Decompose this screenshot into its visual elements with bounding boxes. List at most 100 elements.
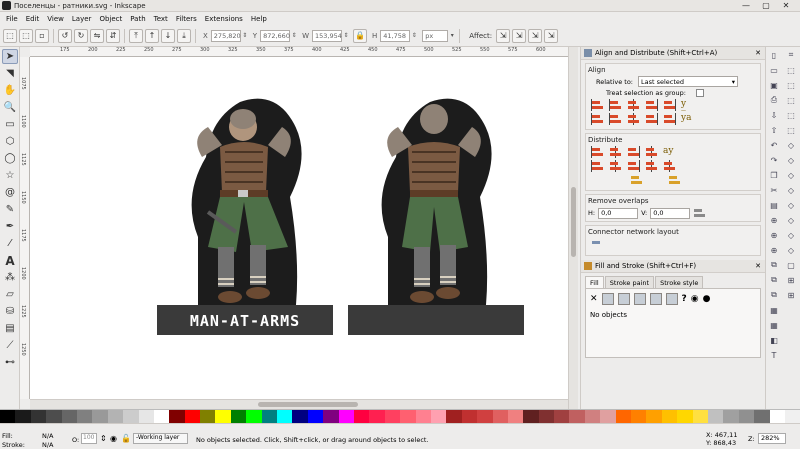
color-swatch[interactable]	[600, 410, 616, 423]
connector-tool-icon[interactable]: ⊷	[2, 355, 18, 370]
color-swatch[interactable]	[661, 410, 678, 423]
menu-object[interactable]: Object	[95, 15, 126, 23]
no-paint-icon[interactable]: ✕	[590, 294, 598, 304]
align-bottom-edges-icon[interactable]	[645, 113, 659, 125]
color-swatch[interactable]	[76, 410, 93, 423]
deselect-icon[interactable]: ▫	[35, 28, 49, 43]
distribute-baseline-icon[interactable]: ay	[663, 146, 673, 158]
distribute-right-icon[interactable]	[627, 146, 641, 158]
new-document-icon[interactable]: ▯	[768, 49, 780, 61]
color-swatch[interactable]	[415, 410, 431, 423]
vertical-scrollbar[interactable]	[568, 47, 578, 409]
color-swatch[interactable]	[123, 410, 139, 423]
text-font-dialog-icon[interactable]: T	[768, 349, 780, 361]
flip-vertical-icon[interactable]: ⇵	[106, 28, 120, 43]
zoom-page-icon[interactable]: ⊕	[768, 244, 780, 256]
rotate-cw-icon[interactable]: ↻	[74, 28, 88, 43]
group-icon[interactable]: ▦	[768, 304, 780, 316]
text-tool-icon[interactable]: A	[2, 253, 18, 268]
dropper-tool-icon[interactable]: ⟋	[2, 338, 18, 353]
distribute-gaps-h-icon[interactable]	[645, 146, 659, 158]
color-swatch[interactable]	[230, 410, 247, 423]
zoom-input[interactable]: 282%	[758, 433, 786, 444]
paste-icon[interactable]: ▤	[768, 199, 780, 211]
flip-horizontal-icon[interactable]: ⇋	[90, 28, 104, 43]
distribute-top-icon[interactable]	[591, 160, 605, 172]
color-swatch[interactable]	[30, 410, 47, 423]
color-swatch[interactable]	[784, 410, 800, 423]
center-vertical-axis-icon[interactable]	[627, 99, 641, 111]
color-swatch[interactable]	[738, 410, 755, 423]
color-swatch[interactable]	[338, 410, 354, 423]
opacity-input[interactable]: 100	[81, 433, 97, 444]
snap-guide-icon[interactable]: ⊞	[785, 289, 797, 301]
unit-value[interactable]: px	[422, 29, 449, 42]
w-spinner[interactable]: ⇕	[342, 30, 350, 42]
flat-color-icon[interactable]	[601, 293, 614, 305]
color-swatch[interactable]	[61, 410, 77, 423]
current-layer-select[interactable]: -Working layer	[133, 433, 188, 444]
rectangle-tool-icon[interactable]: ▭	[2, 117, 18, 132]
color-swatch[interactable]	[400, 410, 416, 423]
export-icon[interactable]: ⇧	[768, 124, 780, 136]
snap-midpoint-icon[interactable]: ◇	[785, 214, 797, 226]
snap-bbox-center-icon[interactable]: ⬚	[785, 124, 797, 136]
scale-corners-icon[interactable]: ⇲	[512, 28, 527, 43]
redo-icon[interactable]: ↷	[768, 154, 780, 166]
eraser-tool-icon[interactable]: ▱	[2, 287, 18, 302]
color-swatch[interactable]	[169, 410, 185, 423]
horizontal-scrollbar[interactable]	[30, 399, 568, 409]
node-tool-icon[interactable]: ◥	[2, 66, 18, 81]
menu-text[interactable]: Text	[150, 15, 172, 23]
radial-gradient-icon[interactable]	[633, 293, 646, 305]
distribute-bottom-icon[interactable]	[627, 160, 641, 172]
zoom-drawing-icon[interactable]: ⊕	[768, 229, 780, 241]
bucket-tool-icon[interactable]: ⛁	[2, 304, 18, 319]
unit-select[interactable]: px ▾	[422, 29, 456, 42]
snap-rotation-center-icon[interactable]: ◇	[785, 244, 797, 256]
color-swatch[interactable]	[430, 410, 447, 423]
lock-icon[interactable]: 🔒	[353, 28, 367, 43]
import-icon[interactable]: ⇩	[768, 109, 780, 121]
ungroup-icon[interactable]: ▦	[768, 319, 780, 331]
snap-bbox-edge-icon[interactable]: ⬚	[785, 79, 797, 91]
color-swatch[interactable]	[523, 410, 539, 423]
color-swatch[interactable]	[215, 410, 231, 423]
align-top-to-bottom-icon[interactable]	[663, 113, 677, 125]
linear-gradient-icon[interactable]	[617, 293, 630, 305]
align-left-to-right-icon[interactable]	[663, 99, 677, 111]
zoom-selection-icon[interactable]: ⊕	[768, 214, 780, 226]
tab-stroke-paint[interactable]: Stroke paint	[604, 276, 655, 288]
distribute-randomize-icon[interactable]	[663, 160, 677, 172]
spiral-tool-icon[interactable]: @	[2, 185, 18, 200]
menu-edit[interactable]: Edit	[22, 15, 44, 23]
snap-nodes-icon[interactable]: ◇	[785, 139, 797, 151]
maximize-icon[interactable]: ▢	[756, 1, 776, 11]
tab-fill[interactable]: Fill	[585, 276, 604, 288]
scroll-thumb[interactable]	[571, 187, 576, 257]
color-swatch[interactable]	[200, 410, 216, 423]
align-top-edges-icon[interactable]	[609, 113, 623, 125]
snap-center-icon[interactable]: ◇	[785, 229, 797, 241]
menu-help[interactable]: Help	[247, 15, 271, 23]
tab-stroke-style[interactable]: Stroke style	[655, 276, 704, 288]
color-swatch[interactable]	[584, 410, 601, 423]
distribute-center-icon[interactable]	[609, 146, 623, 158]
h-gap-input[interactable]: 0,0	[598, 207, 639, 219]
color-swatch[interactable]	[353, 410, 370, 423]
align-bottom-to-top-icon[interactable]	[591, 113, 605, 125]
print-icon[interactable]: ⎙	[768, 94, 780, 106]
color-swatch[interactable]	[446, 410, 462, 423]
align-baseline-text-icon[interactable]: ya	[681, 113, 691, 125]
color-swatch[interactable]	[507, 410, 524, 423]
token-back[interactable]	[348, 98, 524, 335]
color-swatch[interactable]	[277, 410, 293, 423]
color-swatch[interactable]	[723, 410, 739, 423]
color-swatch[interactable]	[107, 410, 124, 423]
color-swatch[interactable]	[554, 410, 570, 423]
copy-icon[interactable]: ❐	[768, 169, 780, 181]
menu-view[interactable]: View	[43, 15, 68, 23]
color-swatch[interactable]	[492, 410, 508, 423]
color-swatch[interactable]	[615, 410, 632, 423]
cut-icon[interactable]: ✂	[768, 184, 780, 196]
